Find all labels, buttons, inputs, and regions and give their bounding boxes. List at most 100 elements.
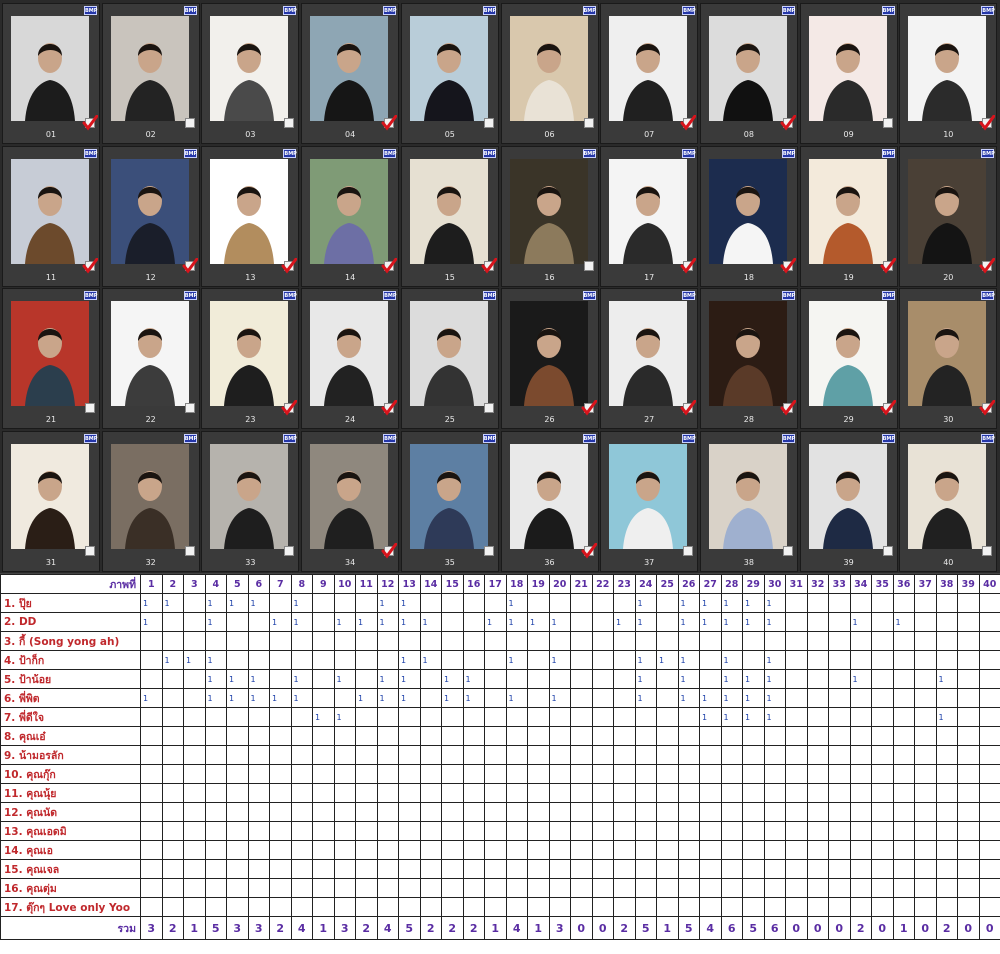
thumbnail-tile[interactable]: BMP23 [201, 288, 299, 429]
vote-cell[interactable] [141, 708, 163, 727]
vote-cell[interactable] [829, 689, 851, 708]
vote-cell[interactable] [463, 898, 485, 917]
vote-mark[interactable]: 1 [420, 613, 442, 632]
vote-mark[interactable]: 1 [506, 613, 528, 632]
vote-cell[interactable] [528, 727, 550, 746]
vote-cell[interactable] [893, 594, 915, 613]
vote-cell[interactable] [442, 594, 464, 613]
vote-mark[interactable]: 1 [893, 613, 915, 632]
vote-cell[interactable] [850, 651, 872, 670]
vote-cell[interactable] [872, 803, 894, 822]
vote-cell[interactable] [979, 822, 1000, 841]
vote-mark[interactable]: 1 [764, 613, 786, 632]
vote-cell[interactable] [958, 841, 980, 860]
vote-mark[interactable]: 1 [463, 670, 485, 689]
vote-cell[interactable] [334, 689, 356, 708]
vote-cell[interactable] [205, 727, 227, 746]
vote-cell[interactable] [700, 841, 722, 860]
vote-cell[interactable] [356, 784, 378, 803]
thumbnail-tile[interactable]: BMP39 [800, 431, 898, 572]
vote-cell[interactable] [528, 803, 550, 822]
vote-cell[interactable] [936, 727, 958, 746]
vote-mark[interactable]: 1 [721, 708, 743, 727]
vote-mark[interactable]: 1 [227, 670, 249, 689]
vote-mark[interactable]: 1 [205, 651, 227, 670]
vote-cell[interactable] [700, 746, 722, 765]
vote-cell[interactable] [184, 632, 206, 651]
vote-cell[interactable] [141, 670, 163, 689]
vote-cell[interactable] [485, 689, 507, 708]
select-checkbox[interactable] [185, 118, 195, 128]
vote-mark[interactable]: 1 [743, 670, 765, 689]
vote-cell[interactable] [184, 746, 206, 765]
vote-cell[interactable] [829, 765, 851, 784]
vote-cell[interactable] [549, 727, 571, 746]
thumbnail-tile[interactable]: BMP25 [401, 288, 499, 429]
vote-cell[interactable] [291, 727, 313, 746]
vote-cell[interactable] [657, 727, 679, 746]
vote-mark[interactable]: 1 [184, 651, 206, 670]
vote-mark[interactable]: 1 [463, 689, 485, 708]
vote-mark[interactable]: 1 [635, 689, 657, 708]
vote-mark[interactable]: 1 [678, 670, 700, 689]
vote-cell[interactable] [463, 879, 485, 898]
vote-cell[interactable] [850, 727, 872, 746]
vote-cell[interactable] [872, 708, 894, 727]
vote-cell[interactable] [979, 727, 1000, 746]
thumbnail-tile[interactable]: BMP03 [201, 3, 299, 144]
vote-cell[interactable] [743, 746, 765, 765]
vote-cell[interactable] [807, 746, 829, 765]
vote-mark[interactable]: 1 [399, 594, 421, 613]
vote-cell[interactable] [721, 898, 743, 917]
vote-mark[interactable]: 1 [248, 689, 270, 708]
vote-cell[interactable] [291, 898, 313, 917]
vote-cell[interactable] [807, 879, 829, 898]
vote-cell[interactable] [829, 879, 851, 898]
vote-cell[interactable] [958, 708, 980, 727]
vote-cell[interactable] [184, 765, 206, 784]
vote-mark[interactable]: 1 [248, 670, 270, 689]
thumbnail-tile[interactable]: BMP11 [2, 146, 100, 287]
vote-cell[interactable] [399, 632, 421, 651]
vote-cell[interactable] [291, 765, 313, 784]
vote-cell[interactable] [592, 746, 614, 765]
vote-cell[interactable] [893, 746, 915, 765]
vote-cell[interactable] [915, 727, 937, 746]
vote-cell[interactable] [442, 746, 464, 765]
vote-cell[interactable] [571, 879, 593, 898]
vote-cell[interactable] [377, 708, 399, 727]
select-checkbox[interactable] [284, 546, 294, 556]
vote-cell[interactable] [184, 822, 206, 841]
vote-cell[interactable] [162, 670, 184, 689]
vote-cell[interactable] [979, 632, 1000, 651]
vote-cell[interactable] [635, 879, 657, 898]
thumbnail-tile[interactable]: BMP32 [102, 431, 200, 572]
vote-cell[interactable] [442, 784, 464, 803]
vote-cell[interactable] [463, 765, 485, 784]
vote-cell[interactable] [958, 898, 980, 917]
vote-mark[interactable]: 1 [399, 651, 421, 670]
thumbnail-tile[interactable]: BMP13 [201, 146, 299, 287]
vote-cell[interactable] [872, 594, 894, 613]
vote-cell[interactable] [205, 803, 227, 822]
vote-cell[interactable] [528, 708, 550, 727]
vote-mark[interactable]: 1 [678, 651, 700, 670]
vote-cell[interactable] [979, 651, 1000, 670]
vote-mark[interactable]: 1 [700, 613, 722, 632]
vote-cell[interactable] [807, 898, 829, 917]
vote-cell[interactable] [743, 879, 765, 898]
select-checkbox[interactable] [683, 546, 693, 556]
vote-cell[interactable] [313, 822, 335, 841]
select-checkbox[interactable] [982, 546, 992, 556]
vote-cell[interactable] [463, 784, 485, 803]
vote-cell[interactable] [485, 765, 507, 784]
vote-cell[interactable] [356, 898, 378, 917]
vote-cell[interactable] [571, 689, 593, 708]
vote-cell[interactable] [184, 879, 206, 898]
vote-cell[interactable] [313, 613, 335, 632]
vote-mark[interactable]: 1 [377, 613, 399, 632]
vote-cell[interactable] [313, 594, 335, 613]
vote-cell[interactable] [936, 651, 958, 670]
vote-cell[interactable] [227, 898, 249, 917]
vote-cell[interactable] [205, 879, 227, 898]
